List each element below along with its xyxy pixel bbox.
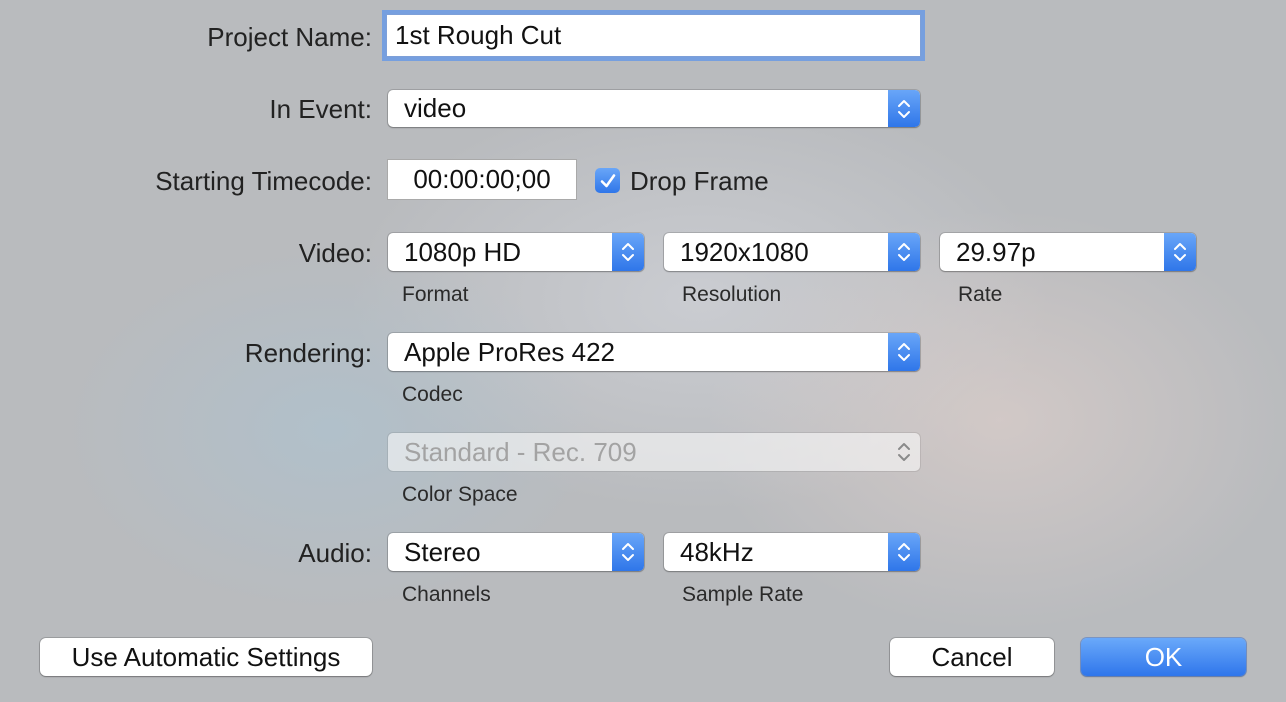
codec-caption: Codec (402, 383, 463, 406)
audio-sample-rate-popup[interactable]: 48kHz (664, 533, 920, 571)
project-name-input[interactable]: 1st Rough Cut (386, 14, 921, 57)
audio-channels-value: Stereo (404, 536, 481, 567)
audio-channels-popup[interactable]: Stereo (388, 533, 644, 571)
in-event-value: video (404, 93, 467, 123)
chevron-updown-icon (888, 533, 920, 571)
chevron-updown-icon (888, 90, 920, 127)
drop-frame-checkbox[interactable] (595, 168, 620, 193)
chevron-updown-icon (888, 333, 920, 371)
in-event-popup[interactable]: video (388, 90, 920, 127)
cancel-button[interactable]: Cancel (890, 638, 1054, 676)
audio-sample-rate-value: 48kHz (680, 536, 754, 567)
audio-sample-rate-caption: Sample Rate (682, 583, 804, 606)
project-name-label: Project Name: (207, 22, 372, 52)
audio-channels-caption: Channels (402, 583, 491, 606)
checkmark-icon (600, 173, 615, 187)
video-rate-value: 29.97p (956, 236, 1036, 267)
chevron-updown-icon (888, 233, 920, 271)
starting-timecode-label: Starting Timecode: (155, 166, 372, 196)
drop-frame-label: Drop Frame (630, 166, 769, 196)
ok-button[interactable]: OK (1081, 638, 1246, 676)
chevron-updown-icon (612, 533, 644, 571)
video-format-value: 1080p HD (404, 236, 522, 267)
color-space-caption: Color Space (402, 483, 518, 506)
use-automatic-settings-button[interactable]: Use Automatic Settings (40, 638, 372, 676)
color-space-popup[interactable]: Standard - Rec. 709 (388, 433, 920, 471)
chevron-updown-icon (1164, 233, 1196, 271)
video-rate-caption: Rate (958, 283, 1003, 306)
codec-popup[interactable]: Apple ProRes 422 (388, 333, 920, 371)
in-event-label: In Event: (269, 94, 372, 124)
chevron-updown-icon (888, 433, 920, 471)
rendering-label: Rendering: (244, 338, 372, 368)
video-rate-popup[interactable]: 29.97p (940, 233, 1196, 271)
codec-value: Apple ProRes 422 (404, 336, 616, 367)
video-format-popup[interactable]: 1080p HD (388, 233, 644, 271)
video-label: Video: (298, 238, 372, 268)
video-resolution-popup[interactable]: 1920x1080 (664, 233, 920, 271)
chevron-updown-icon (612, 233, 644, 271)
audio-label: Audio: (298, 538, 372, 568)
color-space-value: Standard - Rec. 709 (404, 436, 637, 467)
video-format-caption: Format (402, 283, 469, 306)
video-resolution-caption: Resolution (682, 283, 782, 306)
starting-timecode-input[interactable]: 00:00:00;00 (387, 159, 577, 200)
video-resolution-value: 1920x1080 (680, 236, 809, 267)
